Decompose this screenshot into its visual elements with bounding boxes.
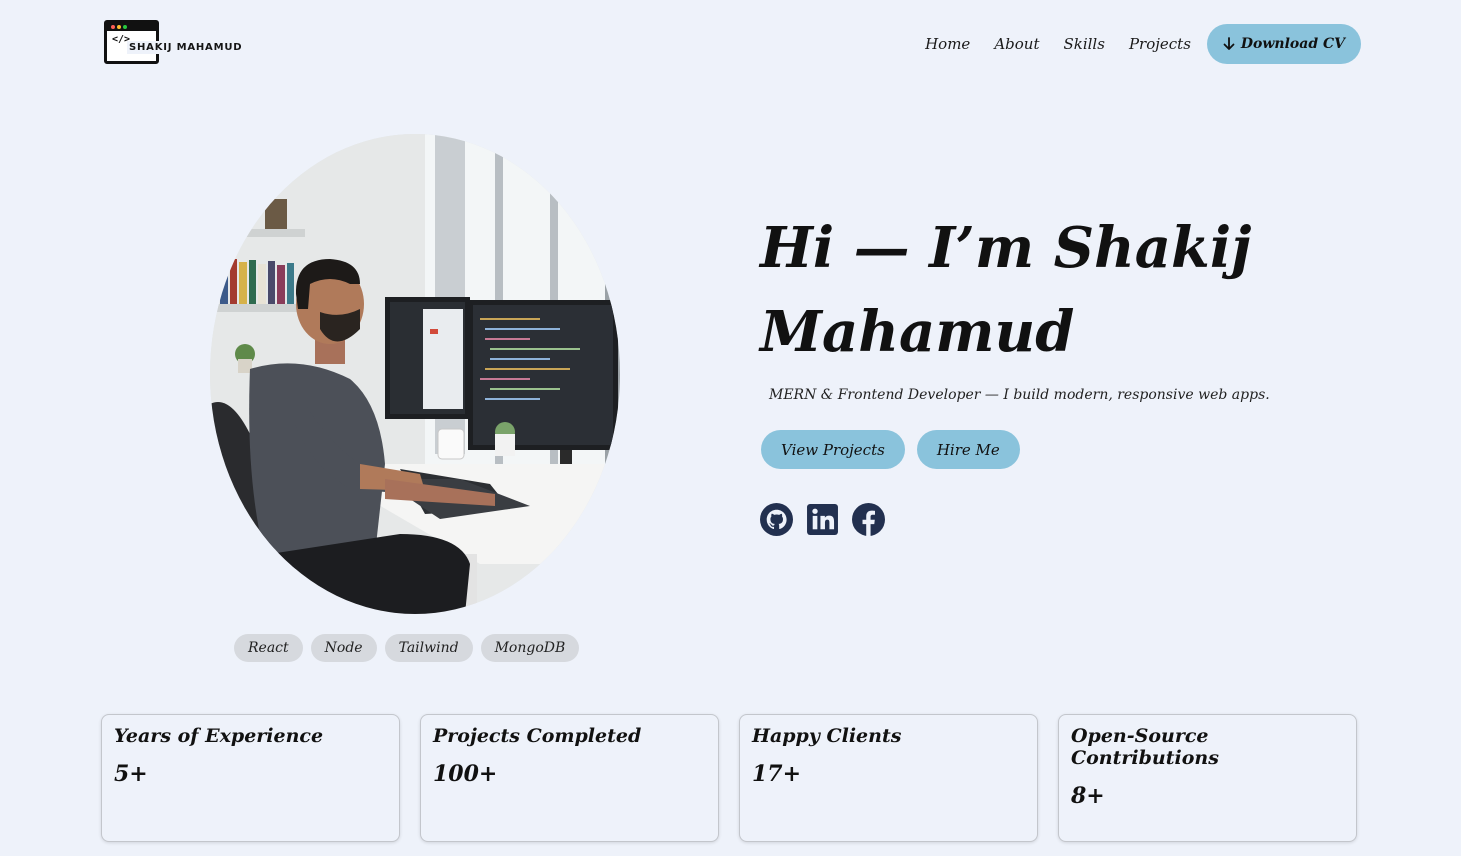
profile-photo	[210, 134, 620, 614]
tag-mongodb: MongoDB	[480, 634, 580, 662]
hero-actions: View Projects Hire Me	[761, 430, 1032, 469]
stat-label: Years of Experience	[114, 725, 324, 747]
stat-value: 8+	[1071, 783, 1105, 809]
tag-tailwind: Tailwind	[384, 634, 473, 662]
nav-skills[interactable]: Skills	[1063, 35, 1104, 53]
brand-name: SHAKIJ MAHAMUD	[127, 40, 245, 54]
stat-label: Projects Completed	[433, 725, 642, 747]
tag-react: React	[234, 634, 303, 662]
nav-projects[interactable]: Projects	[1129, 35, 1191, 53]
stats-section: Years of Experience 5+ Projects Complete…	[101, 714, 1357, 842]
stat-card: Happy Clients 17+	[739, 714, 1038, 842]
facebook-icon[interactable]	[852, 503, 885, 536]
main-nav: Home About Skills Projects Download CV	[925, 24, 1361, 64]
view-projects-button[interactable]: View Projects	[761, 430, 905, 469]
stat-card: Open-Source Contributions 8+	[1058, 714, 1357, 842]
hero-title: Hi — I’m Shakij Mahamud	[760, 215, 1252, 365]
brand-logo[interactable]: </> SHAKIJ MAHAMUD	[104, 20, 245, 64]
stat-card: Projects Completed 100+	[420, 714, 719, 842]
download-cv-button[interactable]: Download CV	[1206, 24, 1361, 64]
nav-home[interactable]: Home	[925, 35, 970, 53]
social-links	[760, 503, 898, 536]
hero-subtitle: MERN & Frontend Developer — I build mode…	[769, 387, 1270, 403]
page: </> SHAKIJ MAHAMUD Home About Skills Pro…	[0, 0, 1461, 856]
tag-node: Node	[310, 634, 377, 662]
nav-about[interactable]: About	[994, 35, 1039, 53]
stat-value: 5+	[114, 761, 148, 787]
stat-value: 100+	[433, 761, 498, 787]
arrow-down-icon	[1223, 37, 1235, 50]
stat-card: Years of Experience 5+	[101, 714, 400, 842]
stat-label: Open-Source Contributions	[1071, 725, 1219, 769]
stat-value: 17+	[752, 761, 802, 787]
github-icon[interactable]	[760, 503, 793, 536]
download-cv-label: Download CV	[1240, 36, 1345, 52]
hire-me-button[interactable]: Hire Me	[916, 430, 1020, 469]
skill-tags: React Node Tailwind MongoDB	[234, 634, 587, 662]
linkedin-icon[interactable]	[806, 503, 839, 536]
stat-label: Happy Clients	[752, 725, 902, 747]
